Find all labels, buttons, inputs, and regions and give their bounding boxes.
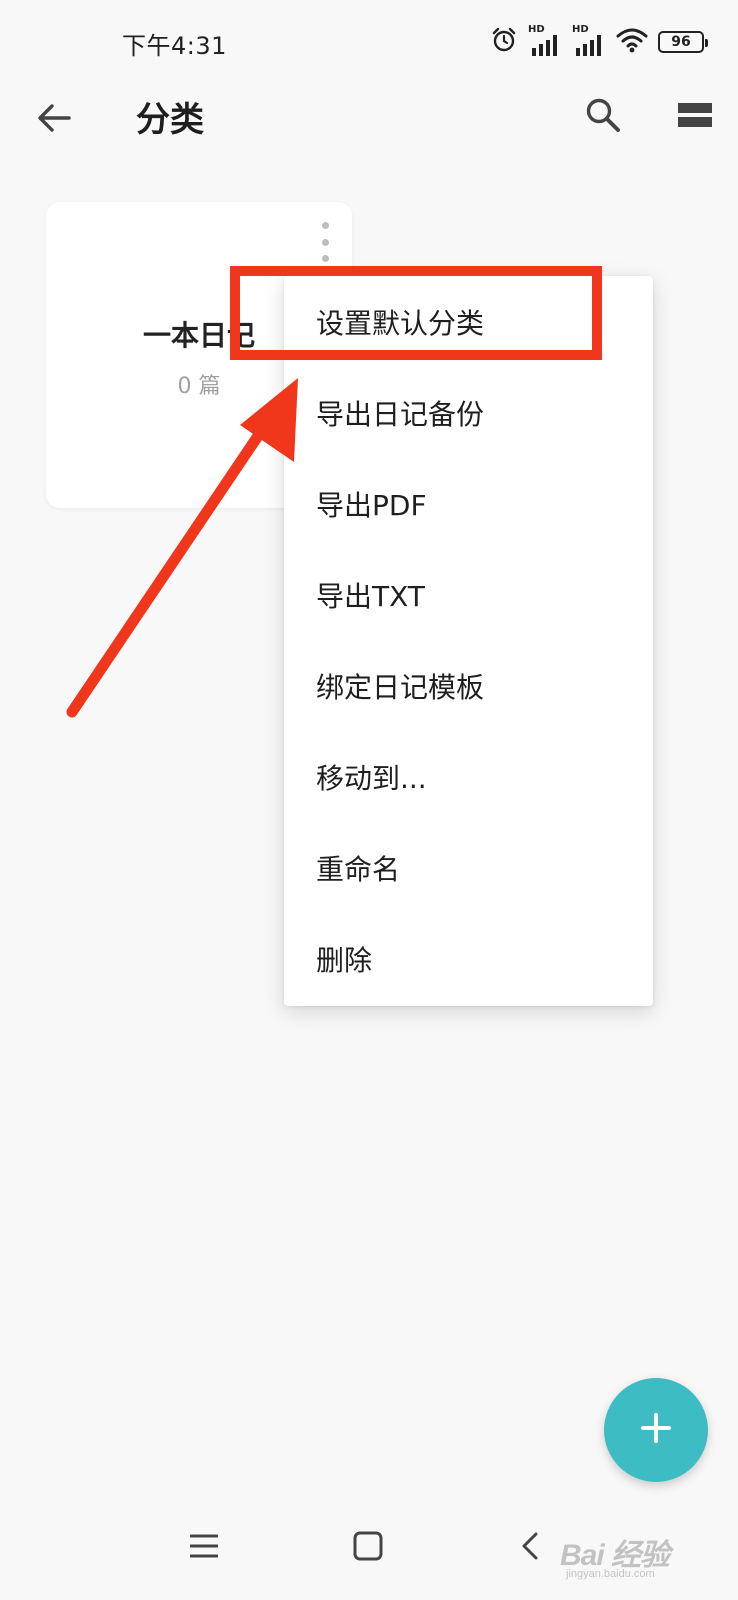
menu-item-export-txt[interactable]: 导出TXT xyxy=(284,549,653,640)
nav-back-button[interactable] xyxy=(514,1528,546,1568)
view-toggle-button[interactable] xyxy=(672,94,718,140)
menu-icon xyxy=(189,1533,219,1563)
page-title: 分类 xyxy=(136,100,204,140)
plus-icon xyxy=(640,1412,672,1448)
signal-icon: HD xyxy=(572,24,606,56)
menu-item-export-pdf[interactable]: 导出PDF xyxy=(284,458,653,549)
arrow-left-icon xyxy=(37,103,71,137)
search-button[interactable] xyxy=(578,92,628,142)
status-bar: 下午4:31 HD HD 96 xyxy=(0,0,738,84)
status-icons: HD HD 96 xyxy=(490,24,708,58)
more-vert-icon[interactable] xyxy=(318,222,332,262)
signal-icon: HD xyxy=(528,24,562,56)
nav-menu-button[interactable] xyxy=(186,1530,222,1566)
watermark: Bai 经验 jingyan.baidu.com xyxy=(560,1526,720,1586)
menu-item-bind-template[interactable]: 绑定日记模板 xyxy=(284,640,653,731)
view-toggle-icon xyxy=(678,101,712,133)
alarm-icon xyxy=(490,26,518,58)
home-icon xyxy=(353,1531,383,1565)
annotation-highlight-box xyxy=(230,266,602,360)
watermark-sub: jingyan.baidu.com xyxy=(566,1568,655,1580)
back-button[interactable] xyxy=(28,94,80,146)
context-menu: 设置默认分类 导出日记备份 导出PDF 导出TXT 绑定日记模板 移动到... … xyxy=(284,276,653,1006)
menu-item-export-backup[interactable]: 导出日记备份 xyxy=(284,367,653,458)
back-icon xyxy=(520,1531,540,1565)
app-bar: 分类 xyxy=(0,84,738,184)
nav-home-button[interactable] xyxy=(348,1528,388,1568)
menu-item-rename[interactable]: 重命名 xyxy=(284,822,653,913)
search-icon xyxy=(585,97,621,137)
menu-item-move-to[interactable]: 移动到... xyxy=(284,731,653,822)
battery-icon: 96 xyxy=(658,31,708,53)
menu-item-delete[interactable]: 删除 xyxy=(284,913,653,1004)
status-time: 下午4:31 xyxy=(122,32,227,60)
wifi-icon xyxy=(616,27,648,57)
add-category-button[interactable] xyxy=(604,1378,708,1482)
